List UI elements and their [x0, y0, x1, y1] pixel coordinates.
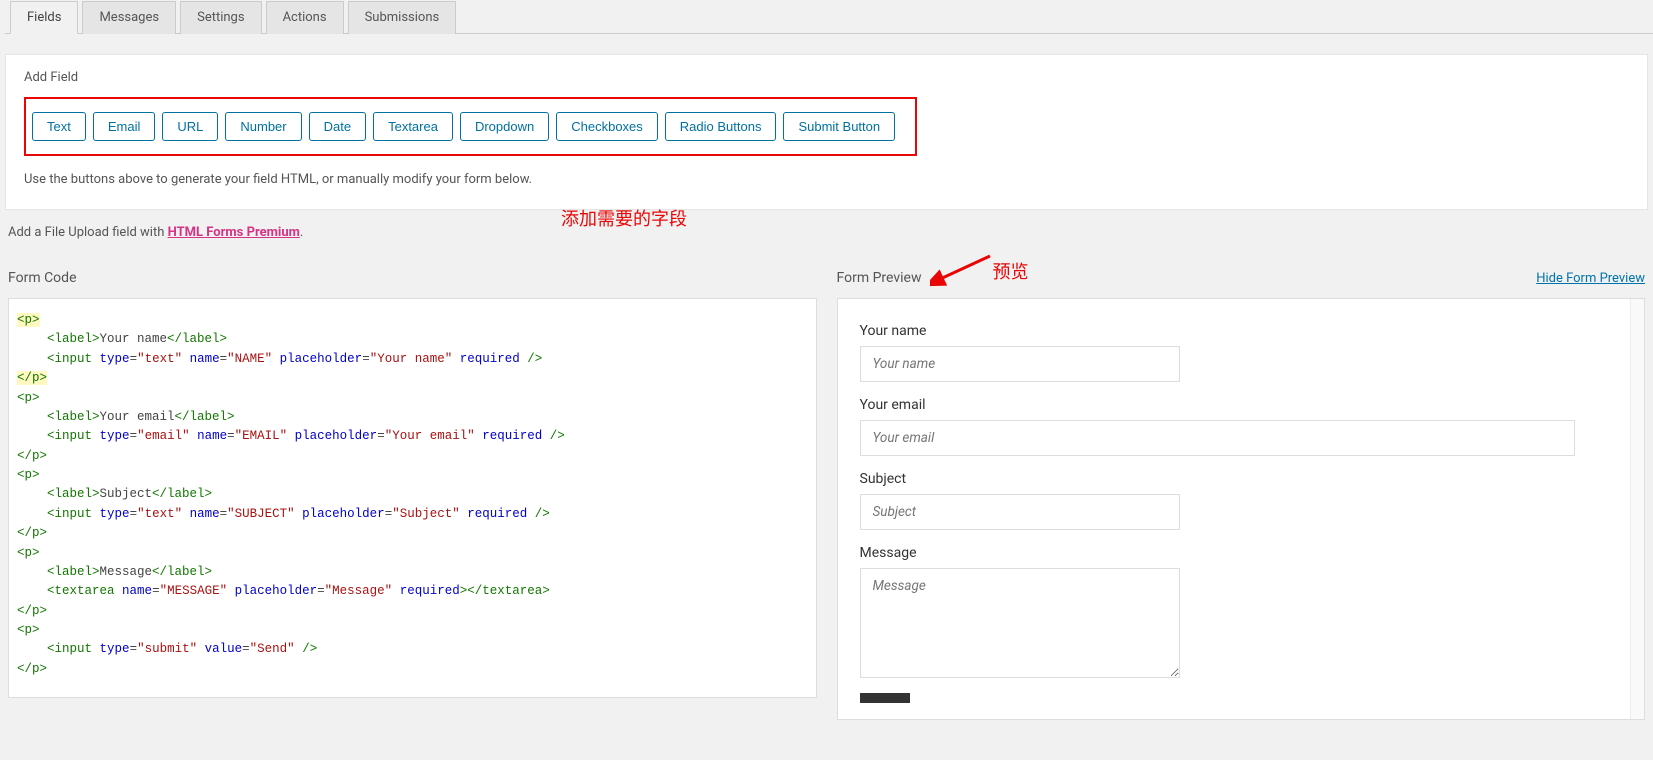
add-url-button[interactable]: URL: [162, 112, 218, 141]
annotation-add-fields: 添加需要的字段: [561, 205, 687, 231]
form-code-editor[interactable]: <p> <label>Your name</label> <input type…: [8, 298, 817, 698]
preview-email-label: Your email: [860, 397, 1623, 413]
add-text-button[interactable]: Text: [32, 112, 86, 141]
field-buttons-row: Text Email URL Number Date Textarea Drop…: [24, 97, 917, 156]
add-email-button[interactable]: Email: [93, 112, 156, 141]
tab-messages[interactable]: Messages: [82, 1, 176, 34]
preview-subject-label: Subject: [860, 471, 1623, 487]
add-textarea-button[interactable]: Textarea: [373, 112, 453, 141]
preview-email-input[interactable]: [860, 420, 1575, 456]
file-upload-note: Add a File Upload field with HTML Forms …: [8, 225, 1645, 240]
add-checkboxes-button[interactable]: Checkboxes: [556, 112, 658, 141]
add-field-panel: Add Field Text Email URL Number Date Tex…: [5, 54, 1648, 210]
tab-fields[interactable]: Fields: [10, 1, 78, 34]
preview-name-input[interactable]: [860, 346, 1180, 382]
add-submit-button[interactable]: Submit Button: [783, 112, 895, 141]
preview-message-textarea[interactable]: [860, 568, 1180, 678]
preview-name-label: Your name: [860, 323, 1623, 339]
preview-subject-input[interactable]: [860, 494, 1180, 530]
annotation-preview: 预览: [993, 258, 1029, 284]
scrollbar[interactable]: [1630, 299, 1644, 719]
tab-submissions[interactable]: Submissions: [348, 1, 457, 34]
form-code-title: Form Code: [8, 270, 77, 286]
form-preview-title: Form Preview: [837, 270, 922, 286]
preview-message-label: Message: [860, 545, 1623, 561]
editor-tabs: Fields Messages Settings Actions Submiss…: [5, 0, 1653, 34]
arrow-icon: [930, 248, 995, 293]
add-date-button[interactable]: Date: [309, 112, 366, 141]
tab-actions[interactable]: Actions: [266, 1, 344, 34]
hide-preview-link[interactable]: Hide Form Preview: [1536, 271, 1645, 286]
add-dropdown-button[interactable]: Dropdown: [460, 112, 549, 141]
premium-link[interactable]: HTML Forms Premium: [168, 225, 300, 240]
preview-submit-button[interactable]: [860, 693, 910, 703]
add-field-hint: Use the buttons above to generate your f…: [24, 172, 1629, 187]
add-radio-button[interactable]: Radio Buttons: [665, 112, 777, 141]
form-preview-panel: Your name Your email Subject Message: [837, 298, 1646, 720]
add-field-title: Add Field: [24, 70, 1629, 85]
tab-settings[interactable]: Settings: [180, 1, 261, 34]
add-number-button[interactable]: Number: [225, 112, 301, 141]
